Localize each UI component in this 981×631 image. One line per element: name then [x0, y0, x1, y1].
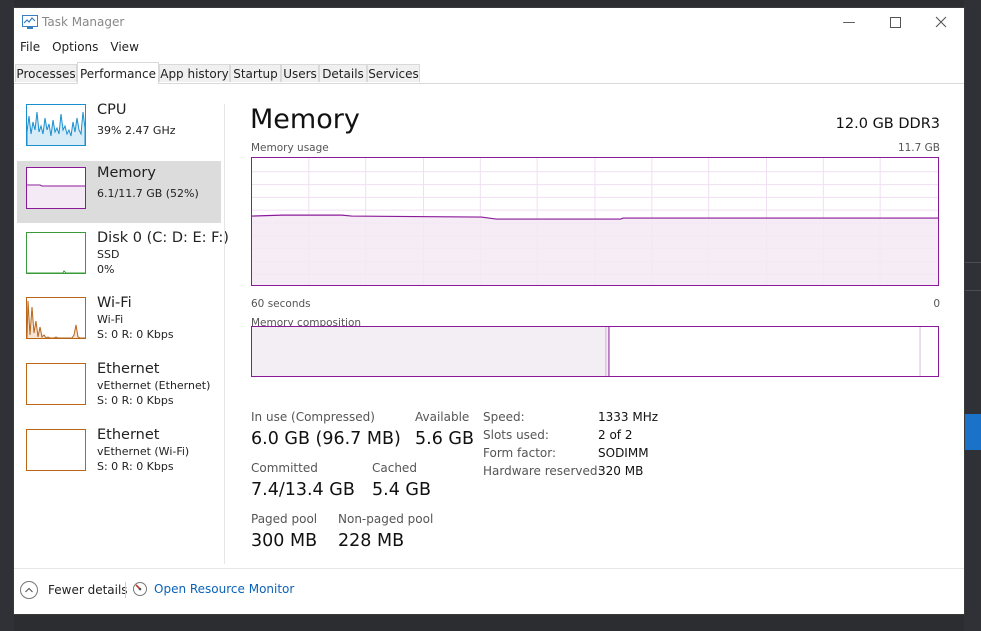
- usage-graph-max: 11.7 GB: [897, 142, 940, 154]
- spec-value: SODIMM: [598, 446, 649, 460]
- sidebar-item-detail: vEthernet (Ethernet): [97, 379, 211, 392]
- minimize-icon: —: [842, 14, 856, 30]
- chevron-up-icon: [20, 581, 38, 599]
- tab-users[interactable]: Users: [281, 64, 319, 82]
- sidebar-item-detail: S: 0 R: 0 Kbps: [97, 394, 174, 407]
- committed-value: 7.4/13.4 GB: [251, 480, 355, 500]
- task-manager-icon: [22, 15, 38, 29]
- background-divider: [964, 290, 981, 291]
- title-bar[interactable]: Task Manager —: [14, 8, 964, 36]
- sidebar-item-detail: 0%: [97, 263, 115, 276]
- sidebar-item-ethernet[interactable]: Ethernet vEthernet (Ethernet) S: 0 R: 0 …: [17, 357, 221, 419]
- fewer-details-button[interactable]: Fewer details: [20, 581, 128, 599]
- spec-label: Hardware reserved:: [483, 464, 602, 478]
- available-label: Available: [415, 410, 470, 424]
- close-icon: [935, 16, 947, 28]
- disk-thumbnail-graph: [26, 232, 86, 274]
- maximize-button[interactable]: [872, 8, 918, 36]
- time-axis-zero: 0: [933, 298, 940, 310]
- tab-processes[interactable]: Processes: [15, 64, 77, 82]
- sidebar-divider: [224, 104, 225, 564]
- resource-monitor-icon: [133, 582, 147, 596]
- menu-view[interactable]: View: [104, 38, 144, 58]
- sidebar-item-label: CPU: [97, 102, 127, 118]
- sidebar-item-detail: S: 0 R: 0 Kbps: [97, 460, 174, 473]
- window-title: Task Manager: [42, 15, 125, 29]
- minimize-button[interactable]: —: [826, 8, 872, 36]
- sidebar-item-label: Memory: [97, 165, 156, 181]
- sidebar-item-label: Disk 0 (C: D: E: F:): [97, 230, 229, 246]
- ethernet-thumbnail-graph: [26, 429, 86, 471]
- sidebar-item-disk[interactable]: Disk 0 (C: D: E: F:) SSD 0%: [17, 226, 229, 288]
- fewer-details-label: Fewer details: [48, 583, 128, 597]
- cached-value: 5.4 GB: [372, 480, 431, 500]
- tab-strip: Processes Performance App history Startu…: [14, 62, 964, 84]
- spec-label: Speed:: [483, 410, 525, 424]
- menu-file[interactable]: File: [14, 38, 46, 58]
- memory-composition-bar: [251, 326, 939, 377]
- background-app-right: [964, 0, 981, 631]
- sidebar-item-detail: SSD: [97, 248, 120, 261]
- sidebar-item-label: Wi-Fi: [97, 295, 132, 311]
- menu-options[interactable]: Options: [46, 38, 104, 58]
- paged-pool-value: 300 MB: [251, 531, 318, 551]
- task-manager-window: Task Manager — File Options View Process…: [14, 8, 964, 614]
- footer-separator: [125, 582, 126, 598]
- maximize-icon: [889, 16, 901, 28]
- tab-details[interactable]: Details: [319, 64, 367, 82]
- time-axis-label: 60 seconds: [251, 298, 311, 310]
- tab-performance[interactable]: Performance: [77, 62, 159, 84]
- committed-label: Committed: [251, 461, 318, 475]
- cached-label: Cached: [372, 461, 417, 475]
- in-use-label: In use (Compressed): [251, 410, 375, 424]
- sidebar-item-detail: 6.1/11.7 GB (52%): [97, 187, 199, 200]
- ethernet-thumbnail-graph: [26, 363, 86, 405]
- sidebar-item-detail: S: 0 R: 0 Kbps: [97, 328, 174, 341]
- spec-value: 320 MB: [598, 464, 644, 478]
- sidebar-item-label: Ethernet: [97, 361, 160, 377]
- spec-value: 2 of 2: [598, 428, 633, 442]
- usage-graph-label: Memory usage: [251, 142, 329, 154]
- sidebar-item-wifi[interactable]: Wi-Fi Wi-Fi S: 0 R: 0 Kbps: [17, 291, 221, 353]
- background-divider: [964, 262, 981, 263]
- sidebar-item-memory[interactable]: Memory 6.1/11.7 GB (52%): [17, 161, 221, 223]
- sidebar-item-ethernet[interactable]: Ethernet vEthernet (Wi-Fi) S: 0 R: 0 Kbp…: [17, 423, 221, 485]
- non-paged-pool-value: 228 MB: [338, 531, 405, 551]
- tab-startup[interactable]: Startup: [230, 64, 281, 82]
- available-value: 5.6 GB: [415, 429, 474, 449]
- spec-value: 1333 MHz: [598, 410, 659, 424]
- memory-thumbnail-graph: [26, 167, 86, 209]
- open-resource-monitor-label: Open Resource Monitor: [154, 582, 295, 596]
- tab-services[interactable]: Services: [367, 64, 420, 82]
- tab-app-history[interactable]: App history: [159, 64, 230, 82]
- cpu-thumbnail-graph: [26, 104, 86, 146]
- footer-bar: Fewer details Open Resource Monitor: [14, 568, 964, 615]
- sidebar-item-detail: 39% 2.47 GHz: [97, 124, 176, 137]
- memory-usage-graph: [251, 157, 939, 286]
- in-use-value: 6.0 GB (96.7 MB): [251, 429, 401, 449]
- spec-label: Form factor:: [483, 446, 557, 460]
- panel-title: Memory: [250, 104, 360, 135]
- menu-bar: File Options View: [14, 38, 145, 58]
- sidebar-item-detail: Wi-Fi: [97, 313, 124, 326]
- background-blue-button: [964, 414, 981, 450]
- wifi-thumbnail-graph: [26, 297, 86, 339]
- close-button[interactable]: [918, 8, 964, 36]
- background-app-left: [0, 0, 14, 631]
- sidebar-item-cpu[interactable]: CPU 39% 2.47 GHz: [17, 98, 221, 160]
- memory-type: 12.0 GB DDR3: [835, 116, 940, 132]
- open-resource-monitor-link[interactable]: Open Resource Monitor: [132, 581, 294, 597]
- sidebar-item-detail: vEthernet (Wi-Fi): [97, 445, 190, 458]
- non-paged-pool-label: Non-paged pool: [338, 512, 434, 526]
- spec-label: Slots used:: [483, 428, 549, 442]
- paged-pool-label: Paged pool: [251, 512, 318, 526]
- sidebar-item-label: Ethernet: [97, 427, 160, 443]
